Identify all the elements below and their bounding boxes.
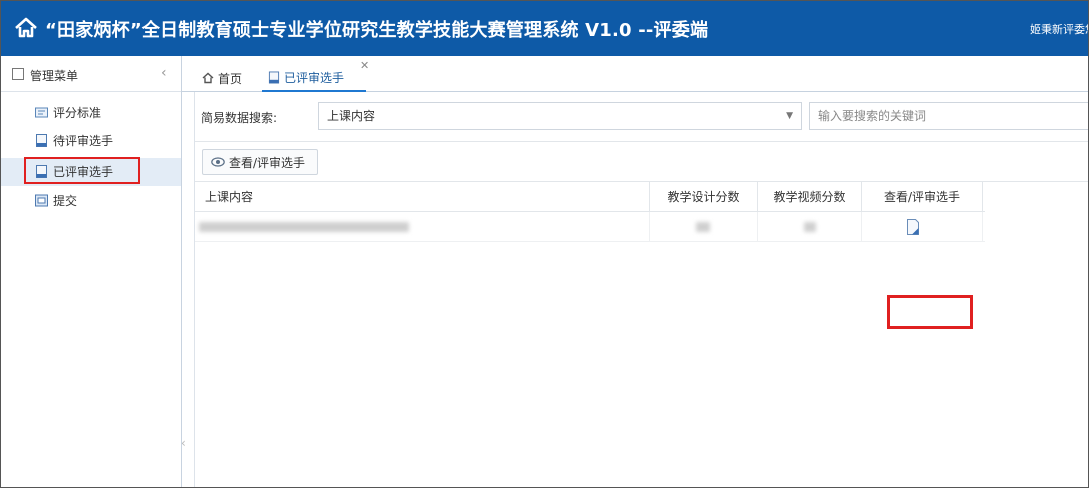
cell-video-score bbox=[758, 212, 862, 242]
column-header-view-review[interactable]: 查看/评审选手 bbox=[862, 182, 983, 212]
view-review-button-label: 查看/评审选手 bbox=[229, 155, 306, 170]
eye-icon bbox=[211, 157, 225, 167]
home-icon[interactable] bbox=[13, 15, 39, 41]
document-icon bbox=[36, 133, 47, 147]
redacted-text bbox=[696, 222, 710, 232]
table-row[interactable] bbox=[195, 212, 985, 242]
main-area: 首页 已评审选手 ✕ 简易数据搜索: 上课内容 ▼ 输入要搜索的关键词 查看/评… bbox=[182, 56, 1088, 487]
column-header-video-score[interactable]: 教学视频分数 bbox=[758, 182, 862, 212]
app-title: “田家炳杯”全日制教育硕士专业学位研究生教学技能大赛管理系统 V1.0 --评委… bbox=[45, 20, 709, 41]
highlight-annotation bbox=[24, 157, 140, 184]
search-label: 简易数据搜索: bbox=[201, 111, 278, 125]
redacted-text bbox=[199, 222, 409, 232]
view-document-icon[interactable] bbox=[906, 219, 920, 235]
redacted-text bbox=[804, 222, 816, 232]
sidebar-item-pending[interactable]: 待评审选手 bbox=[35, 130, 113, 150]
sidebar-title: 管理菜单 bbox=[30, 69, 79, 83]
document-icon bbox=[268, 71, 280, 83]
tab-home[interactable]: 首页 bbox=[202, 64, 242, 92]
search-input[interactable] bbox=[809, 102, 1088, 130]
content-panel: 简易数据搜索: 上课内容 ▼ 查看/评审选手 上课内容 bbox=[194, 92, 1088, 487]
sidebar-item-scoring-standard[interactable]: 评分标准 bbox=[35, 102, 101, 122]
column-header-design-score[interactable]: 教学设计分数 bbox=[650, 182, 758, 212]
cell-view-review bbox=[862, 212, 983, 242]
tab-reviewed[interactable]: 已评审选手 bbox=[262, 64, 366, 92]
tab-bar: 首页 已评审选手 ✕ bbox=[182, 56, 1088, 92]
menu-icon bbox=[12, 68, 24, 80]
tab-label: 首页 bbox=[218, 71, 243, 86]
sidebar-header: 管理菜单 ‹ bbox=[1, 56, 181, 92]
submit-icon bbox=[35, 194, 48, 206]
column-header-content[interactable]: 上课内容 bbox=[195, 182, 650, 212]
scoring-standard-icon bbox=[35, 107, 48, 117]
sidebar-item-label: 待评审选手 bbox=[53, 133, 114, 148]
app-window: “田家炳杯”全日制教育硕士专业学位研究生教学技能大赛管理系统 V1.0 --评委… bbox=[0, 0, 1089, 488]
sidebar-item-label: 提交 bbox=[53, 193, 78, 208]
tab-label: 已评审选手 bbox=[284, 70, 345, 85]
toolbar: 查看/评审选手 bbox=[195, 142, 1088, 182]
cell-content bbox=[195, 212, 650, 242]
user-greeting[interactable]: 姬秉新评委您 bbox=[1030, 21, 1088, 37]
search-bar: 简易数据搜索: 上课内容 ▼ bbox=[195, 92, 1088, 142]
search-field-select[interactable]: 上课内容 ▼ bbox=[318, 102, 802, 130]
close-icon[interactable]: ✕ bbox=[360, 59, 369, 72]
sidebar-collapse-button[interactable]: ‹ bbox=[161, 65, 167, 81]
sidebar-item-submit[interactable]: 提交 bbox=[35, 190, 77, 210]
grid-header: 上课内容 教学设计分数 教学视频分数 查看/评审选手 bbox=[195, 182, 985, 212]
sidebar: 管理菜单 ‹ 评分标准 待评审选手 已评审选手 提交 ‹ bbox=[1, 56, 186, 487]
sidebar-item-label: 评分标准 bbox=[53, 105, 102, 120]
app-header: “田家炳杯”全日制教育硕士专业学位研究生教学技能大赛管理系统 V1.0 --评委… bbox=[1, 1, 1088, 56]
highlight-annotation bbox=[887, 295, 973, 329]
chevron-down-icon: ▼ bbox=[786, 111, 793, 121]
search-field-value: 上课内容 bbox=[327, 109, 376, 123]
home-icon bbox=[202, 72, 214, 84]
cell-design-score bbox=[650, 212, 758, 242]
view-review-button[interactable]: 查看/评审选手 bbox=[202, 149, 318, 175]
